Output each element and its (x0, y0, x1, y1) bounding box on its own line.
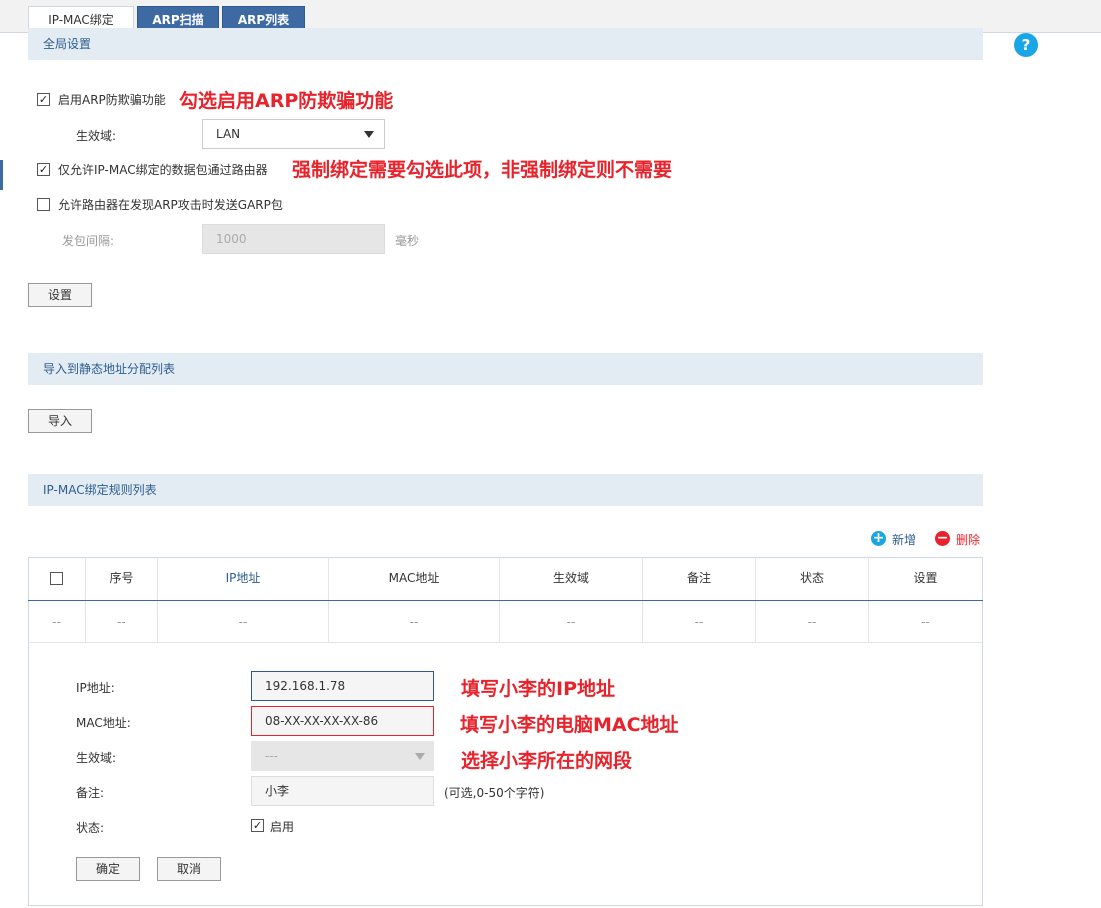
section-title: 全局设置 (43, 37, 92, 51)
status-enable-label: 启用 (270, 820, 295, 834)
garp-label: 允许路由器在发现ARP攻击时发送GARP包 (58, 198, 283, 212)
section-title: IP-MAC绑定规则列表 (43, 483, 157, 497)
delete-button[interactable]: 删除 (956, 531, 980, 548)
only-bound-label: 仅允许IP-MAC绑定的数据包通过路由器 (58, 163, 268, 177)
check-icon: ✓ (252, 819, 263, 832)
interval-unit: 毫秒 (395, 234, 420, 248)
scope-select[interactable]: LAN (202, 119, 385, 149)
note-value: 小李 (265, 784, 290, 798)
annotation-scope: 选择小李所在的网段 (461, 750, 633, 772)
only-bound-checkbox[interactable]: ✓ (37, 163, 50, 176)
table-cell: -- (28, 601, 86, 643)
ip-label: IP地址: (76, 681, 115, 695)
add-button[interactable]: 新增 (892, 531, 916, 548)
mac-input[interactable]: 08-XX-XX-XX-XX-86 (251, 706, 434, 736)
section-rules: IP-MAC绑定规则列表 (28, 474, 983, 506)
status-enable-checkbox[interactable]: ✓ (251, 819, 264, 832)
form-scope-label: 生效域: (76, 751, 117, 765)
arp-spoof-checkbox[interactable]: ✓ (37, 93, 50, 106)
section-global-settings: 全局设置 (28, 28, 983, 60)
annotation-mac: 填写小李的电脑MAC地址 (460, 714, 679, 736)
scope-label: 生效域: (76, 129, 117, 143)
annotation-ip: 填写小李的IP地址 (461, 678, 615, 700)
dropdown-arrow-icon (415, 753, 425, 760)
table-cell: -- (869, 601, 982, 643)
left-edge-marker (0, 160, 3, 190)
section-import: 导入到静态地址分配列表 (28, 353, 983, 385)
annotation-arp-spoof: 勾选启用ARP防欺骗功能 (179, 90, 394, 112)
form-scope-value: --- (265, 749, 278, 763)
mac-label: MAC地址: (76, 716, 131, 730)
mac-value: 08-XX-XX-XX-XX-86 (265, 714, 379, 728)
table-cell: -- (643, 601, 756, 643)
annotation-only-bound: 强制绑定需要勾选此项，非强制绑定则不需要 (292, 159, 673, 181)
form-scope-select[interactable]: --- (251, 741, 434, 771)
ok-button[interactable]: 确定 (76, 857, 140, 881)
table-cell: -- (329, 601, 500, 643)
garp-checkbox[interactable] (37, 198, 50, 211)
note-hint: (可选,0-50个字符) (444, 786, 545, 800)
delete-icon[interactable]: − (935, 531, 950, 546)
interval-value: 1000 (216, 232, 247, 246)
dropdown-arrow-icon (364, 131, 374, 138)
add-icon[interactable]: + (871, 531, 886, 546)
interval-label: 发包间隔: (62, 234, 115, 248)
interval-input[interactable]: 1000 (202, 224, 385, 254)
ip-input[interactable]: 192.168.1.78 (251, 671, 434, 701)
ip-value: 192.168.1.78 (265, 679, 346, 693)
table-cell: -- (500, 601, 643, 643)
check-icon: ✓ (38, 93, 49, 106)
cancel-button[interactable]: 取消 (157, 857, 221, 881)
note-label: 备注: (76, 786, 105, 800)
table-cell: -- (158, 601, 329, 643)
help-icon[interactable]: ? (1014, 33, 1038, 57)
table-cell: -- (756, 601, 869, 643)
import-button[interactable]: 导入 (28, 409, 92, 433)
note-input[interactable]: 小李 (251, 776, 434, 806)
section-title: 导入到静态地址分配列表 (43, 362, 176, 376)
arp-spoof-label: 启用ARP防欺骗功能 (58, 93, 166, 107)
set-button[interactable]: 设置 (28, 283, 92, 307)
status-label: 状态: (76, 821, 105, 835)
table-row: -- -- -- -- -- -- -- -- (28, 557, 983, 647)
table-cell: -- (86, 601, 158, 643)
scope-value: LAN (216, 127, 241, 141)
check-icon: ✓ (38, 163, 49, 176)
